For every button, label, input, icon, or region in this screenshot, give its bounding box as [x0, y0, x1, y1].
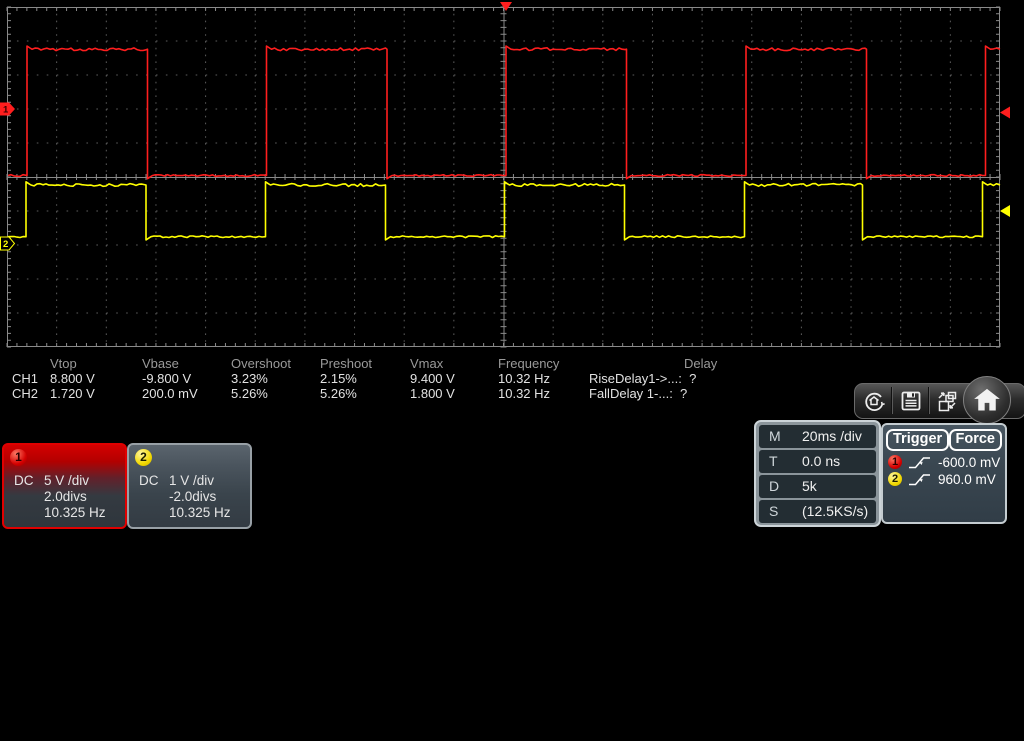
trigger-ch2-level: 960.0 mV — [938, 472, 996, 487]
timebase-t-value: 0.0 ns — [802, 453, 841, 469]
timebase-row-s[interactable]: S (12.5KS/s) — [759, 500, 876, 523]
trigger-ch1-level: -600.0 mV — [938, 455, 1001, 470]
measure-col-vtop: Vtop — [50, 356, 77, 371]
ch2-scale: 1 V /div — [169, 473, 215, 488]
measure-col-frequency: Frequency — [498, 356, 560, 371]
measure-col-overshoot: Overshoot — [231, 356, 291, 371]
channel-1-box[interactable]: 1 DC 5 V /div 2.0divs 10.325 Hz — [2, 443, 127, 529]
ch2-position: -2.0divs — [169, 489, 217, 504]
timebase-m-label: M — [769, 428, 781, 444]
timebase-d-label: D — [769, 478, 780, 494]
ch2-position-marker-label[interactable]: 2 — [3, 239, 8, 250]
measure-ch1-frequency: 10.32 Hz — [498, 371, 551, 386]
measure-col-preshoot: Preshoot — [320, 356, 373, 371]
measure-ch1-delay: RiseDelay1->...: ? — [589, 371, 697, 386]
measure-ch1-vtop: 8.800 V — [50, 371, 95, 386]
timebase-m-value: 20ms /div — [802, 428, 862, 444]
channel-2-box[interactable]: 2 DC 1 V /div -2.0divs 10.325 Hz — [127, 443, 252, 529]
measure-col-vmax: Vmax — [410, 356, 444, 371]
timebase-t-label: T — [769, 453, 778, 469]
waveform-display: 12 — [0, 2, 1010, 348]
measure-col-delay: Delay — [684, 356, 718, 371]
home-button[interactable] — [963, 376, 1011, 424]
measure-ch1-vbase: -9.800 V — [142, 371, 192, 386]
measure-row-ch2-name: CH2 — [12, 386, 39, 401]
ch1-coupling: DC — [14, 473, 34, 488]
timebase-row-m[interactable]: M 20ms /div — [759, 425, 876, 448]
trigger-ch2-badge: 2 — [888, 472, 902, 486]
timebase-panel: M 20ms /div T 0.0 ns D 5k S (12.5KS/s) — [754, 420, 881, 527]
autoset-icon[interactable] — [862, 389, 886, 413]
timebase-d-value: 5k — [802, 478, 817, 494]
measure-ch2-delay: FallDelay 1-...: ? — [589, 386, 688, 401]
save-icon[interactable] — [899, 389, 923, 413]
ch1-frequency: 10.325 Hz — [44, 505, 106, 520]
ch1-position: 2.0divs — [44, 489, 87, 504]
ch1-position-marker-label[interactable]: 1 — [3, 105, 9, 116]
ch2-coupling: DC — [139, 473, 159, 488]
timebase-row-t[interactable]: T 0.0 ns — [759, 450, 876, 473]
timebase-s-label: S — [769, 503, 779, 519]
measure-ch2-vbase: 200.0 mV — [142, 386, 198, 401]
measure-col-vbase: Vbase — [142, 356, 179, 371]
measure-ch2-vmax: 1.800 V — [410, 386, 455, 401]
measure-ch1-overshoot: 3.23% — [231, 371, 268, 386]
screen-copy-icon[interactable] — [936, 389, 960, 413]
timebase-row-d[interactable]: D 5k — [759, 475, 876, 498]
oscilloscope-screen: { "scope": { "colors": {"ch1": "#ff1e1e"… — [0, 0, 1024, 741]
timebase-s-value: (12.5KS/s) — [802, 503, 869, 519]
ch1-trigger-level-marker[interactable] — [1000, 106, 1010, 119]
measure-ch2-preshoot: 5.26% — [320, 386, 357, 401]
measure-ch1-preshoot: 2.15% — [320, 371, 357, 386]
ch1-scale: 5 V /div — [44, 473, 90, 488]
ch2-frequency: 10.325 Hz — [169, 505, 231, 520]
measure-ch2-frequency: 10.32 Hz — [498, 386, 551, 401]
measure-row-ch1-name: CH1 — [12, 371, 39, 386]
home-icon — [974, 388, 1000, 411]
channel-1-badge: 1 — [10, 449, 27, 466]
trigger-button[interactable]: Trigger — [886, 429, 950, 451]
measure-ch2-vtop: 1.720 V — [50, 386, 95, 401]
force-button[interactable]: Force — [948, 429, 1002, 451]
measure-ch1-vmax: 9.400 V — [410, 371, 455, 386]
trigger-ch1-badge: 1 — [888, 455, 902, 469]
rising-edge-icon — [908, 455, 932, 470]
rising-edge-icon — [908, 472, 932, 487]
measure-ch2-overshoot: 5.26% — [231, 386, 268, 401]
ch2-trigger-level-marker[interactable] — [1000, 205, 1010, 217]
trigger-panel: Trigger Force 1 -600.0 mV 2 960.0 mV — [881, 423, 1007, 524]
channel-2-badge: 2 — [135, 449, 152, 466]
